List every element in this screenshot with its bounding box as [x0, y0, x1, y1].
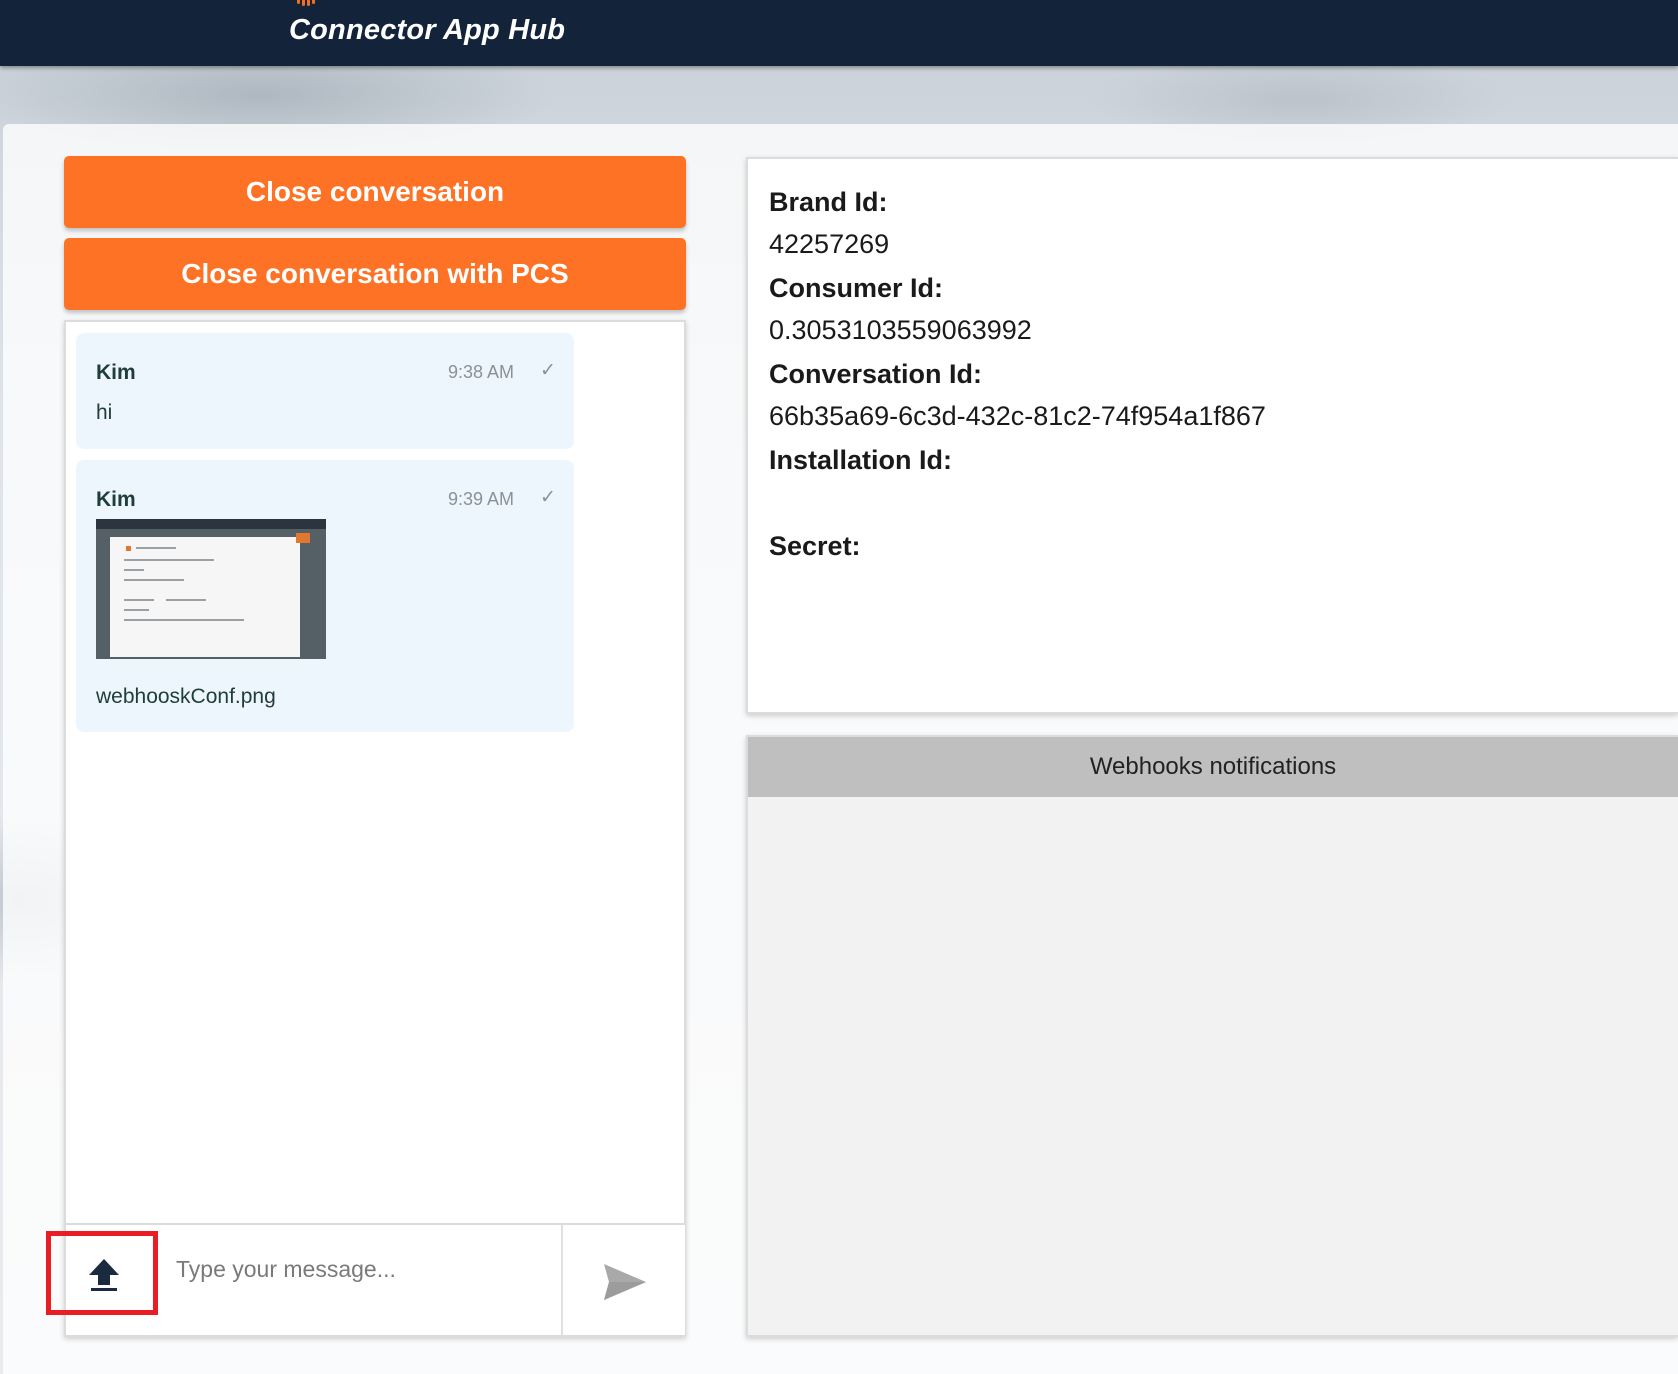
installation-id-label: Installation Id: [769, 445, 953, 475]
chat-message: Kim 9:38 AM ✓ hi [76, 333, 574, 449]
message-input[interactable] [176, 1239, 516, 1299]
message-text: hi [96, 401, 113, 424]
close-conversation-pcs-button[interactable]: Close conversation with PCS [64, 238, 686, 310]
send-icon [604, 1264, 646, 1300]
app-title: Connector App Hub [289, 14, 566, 46]
close-conversation-button[interactable]: Close conversation [64, 156, 686, 228]
brand-id-value: 42257269 [769, 229, 890, 259]
brand-logo-icon [297, 0, 321, 6]
message-composer [66, 1223, 685, 1335]
chat-message-attachment: Kim 9:39 AM ✓ webhooskConf.png [76, 460, 574, 732]
delivered-check-icon: ✓ [540, 360, 556, 381]
consumer-id-label: Consumer Id: [769, 273, 944, 303]
consumer-id-value: 0.3053103559063992 [769, 315, 1032, 345]
delivered-check-icon: ✓ [540, 487, 556, 508]
conversation-info-card: Brand Id: 42257269 Consumer Id: 0.305310… [746, 157, 1678, 714]
conversation-id-label: Conversation Id: [769, 359, 983, 389]
attachment-filename[interactable]: webhooskConf.png [96, 685, 276, 709]
conversation-id-value: 66b35a69-6c3d-432c-81c2-74f954a1f867 [769, 401, 1266, 431]
webhooks-panel: Webhooks notifications [746, 735, 1678, 1337]
message-time: 9:39 AM [448, 489, 515, 509]
send-button[interactable] [561, 1225, 685, 1335]
message-sender: Kim [96, 488, 136, 511]
webhooks-header: Webhooks notifications [748, 737, 1678, 797]
upload-button[interactable] [66, 1225, 176, 1335]
message-time: 9:38 AM [448, 362, 515, 382]
secret-label: Secret: [769, 531, 861, 561]
upload-icon [89, 1259, 119, 1291]
attachment-thumbnail[interactable] [96, 519, 326, 659]
message-sender: Kim [96, 361, 136, 384]
top-bar: Connector App Hub [0, 0, 1678, 66]
brand-id-label: Brand Id: [769, 187, 888, 217]
chat-window: Kim 9:38 AM ✓ hi Kim 9:39 AM ✓ webhooskC… [64, 320, 686, 1337]
